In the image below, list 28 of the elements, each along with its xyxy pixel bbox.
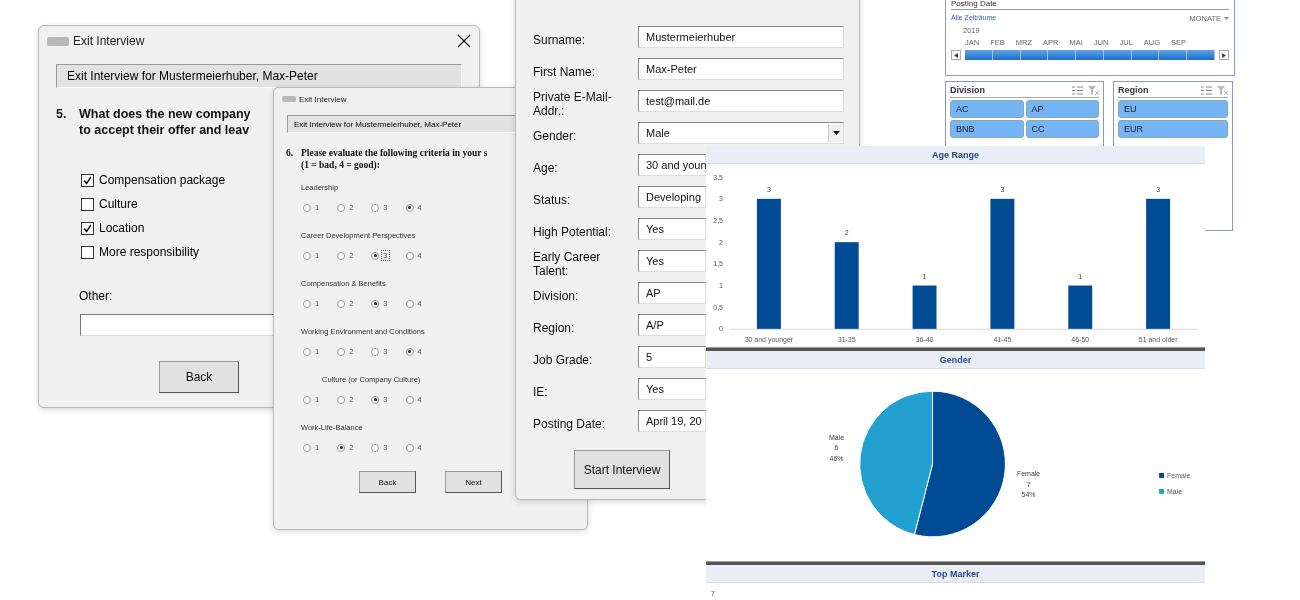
field-label: Region: bbox=[533, 320, 576, 335]
field-label: Surname: bbox=[533, 32, 587, 47]
header-field: Exit Interview for Mustermeierhuber, Max-Peter bbox=[56, 64, 462, 88]
field-label: Posting Date: bbox=[533, 416, 607, 431]
question-number: 6. bbox=[286, 147, 295, 160]
chart-title: Age Range bbox=[706, 146, 1205, 164]
question-text: What does the new company bbox=[79, 106, 251, 122]
field-label: Job Grade: bbox=[533, 352, 594, 367]
chart-title: Top Marker bbox=[706, 565, 1205, 583]
field-label: First Name: bbox=[533, 64, 596, 79]
question-text: to accept their offer and leav bbox=[79, 122, 251, 138]
field-label: Early Career Talent: bbox=[533, 249, 602, 278]
field-label: Other: bbox=[79, 289, 114, 303]
window-title: Exit Interview bbox=[73, 34, 145, 48]
timeline-title: Posting Date bbox=[951, 0, 1229, 10]
slicer-title: Division bbox=[950, 85, 986, 95]
field-label: High Potential: bbox=[533, 224, 613, 239]
field-label: IE: bbox=[533, 384, 549, 399]
question-text: Please evaluate the following criteria in your s bbox=[301, 147, 488, 159]
slicer-title: Region bbox=[1118, 85, 1150, 95]
window-title: Exit Interview bbox=[299, 94, 347, 104]
field-label: Private E-Mail-Addr.: bbox=[533, 89, 613, 118]
field-label: Status: bbox=[533, 192, 572, 207]
chart-title: Gender bbox=[706, 351, 1205, 369]
field-label: Division: bbox=[533, 288, 580, 303]
question-text: (1 = bad, 4 = good): bbox=[301, 159, 381, 171]
field-label: Age: bbox=[533, 160, 559, 175]
question-number: 5. bbox=[56, 106, 68, 123]
